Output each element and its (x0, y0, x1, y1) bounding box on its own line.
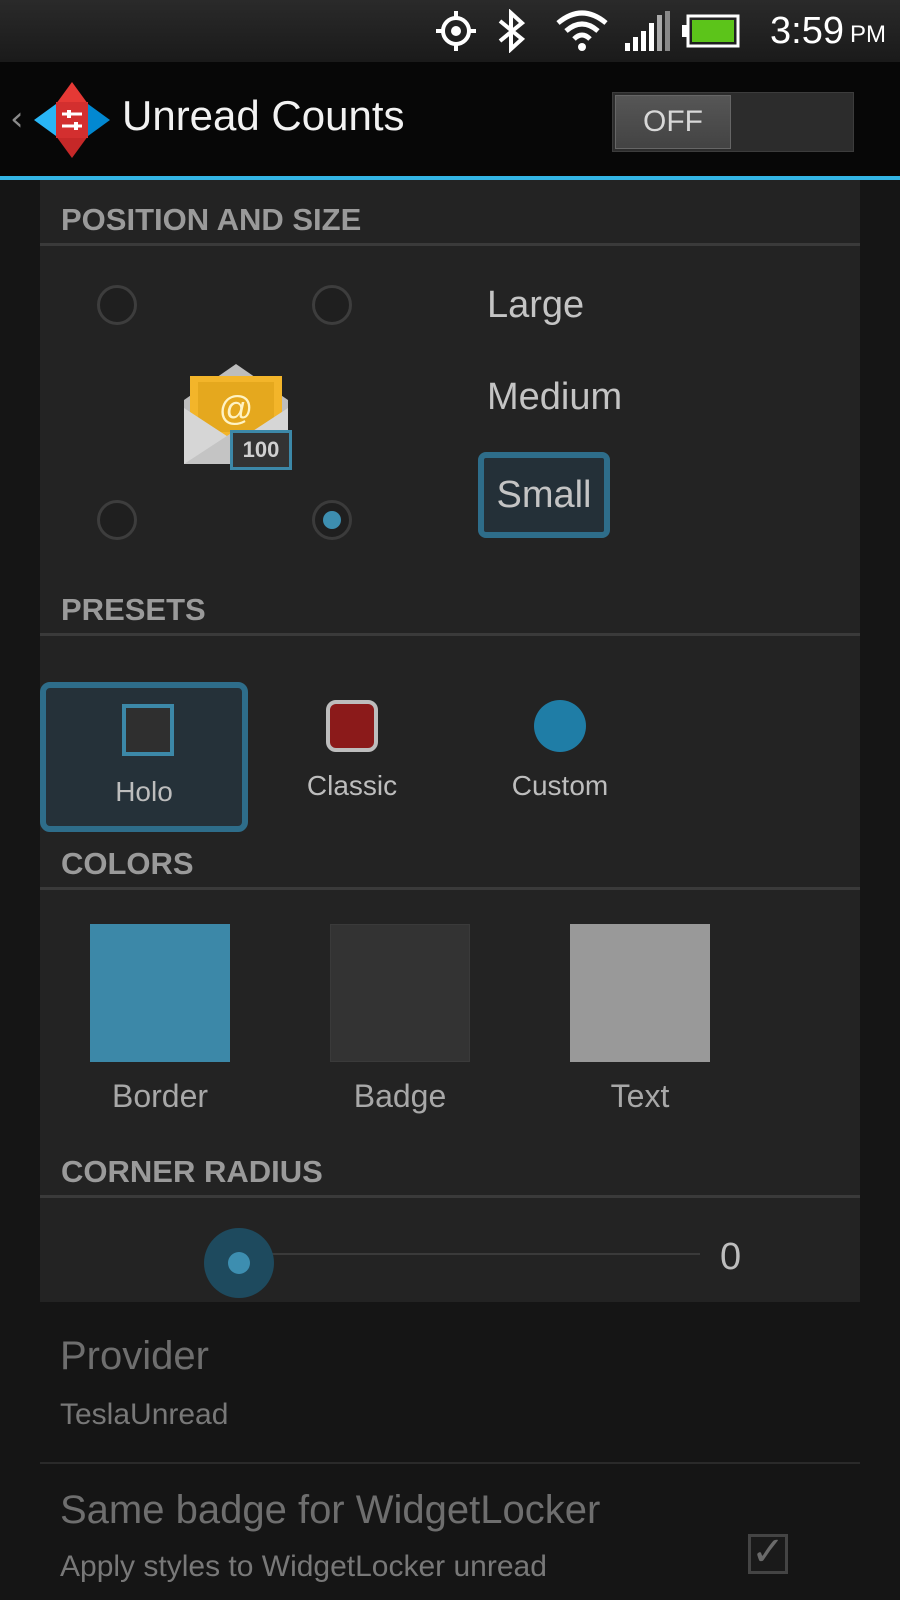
provider-title: Provider (60, 1334, 209, 1378)
clock-ampm: PM (850, 21, 886, 48)
unread-badge-preview: 100 (230, 430, 292, 470)
section-title: CORNER RADIUS (61, 1154, 323, 1189)
clock-time: 3:59 (770, 9, 844, 52)
master-toggle[interactable]: OFF (612, 92, 854, 152)
svg-text:@: @ (219, 390, 254, 428)
divider (40, 1462, 860, 1464)
up-navigation[interactable]: ‹ (0, 62, 118, 176)
color-label-text: Text (610, 1078, 670, 1114)
preset-label: Classic (306, 770, 398, 801)
preset-holo[interactable]: Holo (40, 682, 248, 832)
battery-icon (682, 8, 740, 54)
section-header-presets: PRESETS (40, 570, 860, 636)
checkmark-icon: ✓ (751, 1529, 785, 1575)
position-radio-bottom-right[interactable] (312, 500, 352, 540)
status-bar: 3:59 PM (0, 0, 900, 63)
clock: 3:59 PM (770, 8, 886, 54)
signal-icon (622, 8, 672, 54)
wifi-icon (554, 8, 610, 54)
color-swatch-border[interactable] (90, 924, 230, 1062)
size-option-medium[interactable]: Medium (487, 376, 622, 419)
widgetlocker-summary: Apply styles to WidgetLocker unread (60, 1550, 547, 1583)
preset-label: Custom (511, 770, 609, 801)
preset-classic[interactable]: Classic (248, 682, 456, 832)
provider-preference[interactable]: Provider TeslaUnread (0, 1310, 900, 1460)
position-radio-top-left[interactable] (97, 285, 137, 325)
section-header-corner-radius: CORNER RADIUS (40, 1132, 860, 1198)
size-option-large[interactable]: Large (487, 284, 584, 327)
badge-count: 100 (242, 437, 280, 462)
corner-radius-slider-track[interactable] (235, 1253, 700, 1255)
toggle-knob-label: OFF (615, 95, 731, 149)
widgetlocker-title: Same badge for WidgetLocker (60, 1488, 601, 1532)
corner-radius-slider-thumb[interactable] (204, 1228, 274, 1298)
bluetooth-icon (494, 8, 528, 54)
nova-launcher-icon (32, 80, 112, 160)
gps-icon (432, 8, 480, 54)
section-title: COLORS (61, 846, 194, 881)
section-title: PRESETS (61, 592, 206, 627)
custom-swatch-icon (534, 700, 586, 752)
action-bar: ‹ Unread Counts OFF (0, 62, 900, 180)
section-header-position-size: POSITION AND SIZE (40, 180, 860, 246)
widgetlocker-checkbox[interactable]: ✓ (748, 1532, 788, 1574)
preset-label: Holo (115, 776, 173, 807)
color-swatch-text[interactable] (570, 924, 710, 1062)
color-label-badge: Badge (353, 1078, 447, 1114)
classic-swatch-icon (326, 700, 378, 752)
color-label-border: Border (111, 1078, 209, 1114)
page-title: Unread Counts (122, 92, 405, 139)
provider-summary: TeslaUnread (60, 1398, 229, 1431)
unread-settings-panel: POSITION AND SIZE @ 100 Large Medium Sma… (40, 180, 860, 1302)
email-preview-icon: @ 100 (180, 360, 300, 480)
position-radio-bottom-left[interactable] (97, 500, 137, 540)
back-caret-icon: ‹ (10, 99, 24, 139)
color-swatch-badge[interactable] (330, 924, 470, 1062)
section-header-colors: COLORS (40, 824, 860, 890)
position-radio-top-right[interactable] (312, 285, 352, 325)
corner-radius-value: 0 (720, 1236, 742, 1278)
size-option-small[interactable]: Small (478, 452, 610, 538)
preset-custom[interactable]: Custom (456, 682, 664, 832)
section-title: POSITION AND SIZE (61, 202, 362, 237)
holo-swatch-icon (122, 704, 174, 756)
